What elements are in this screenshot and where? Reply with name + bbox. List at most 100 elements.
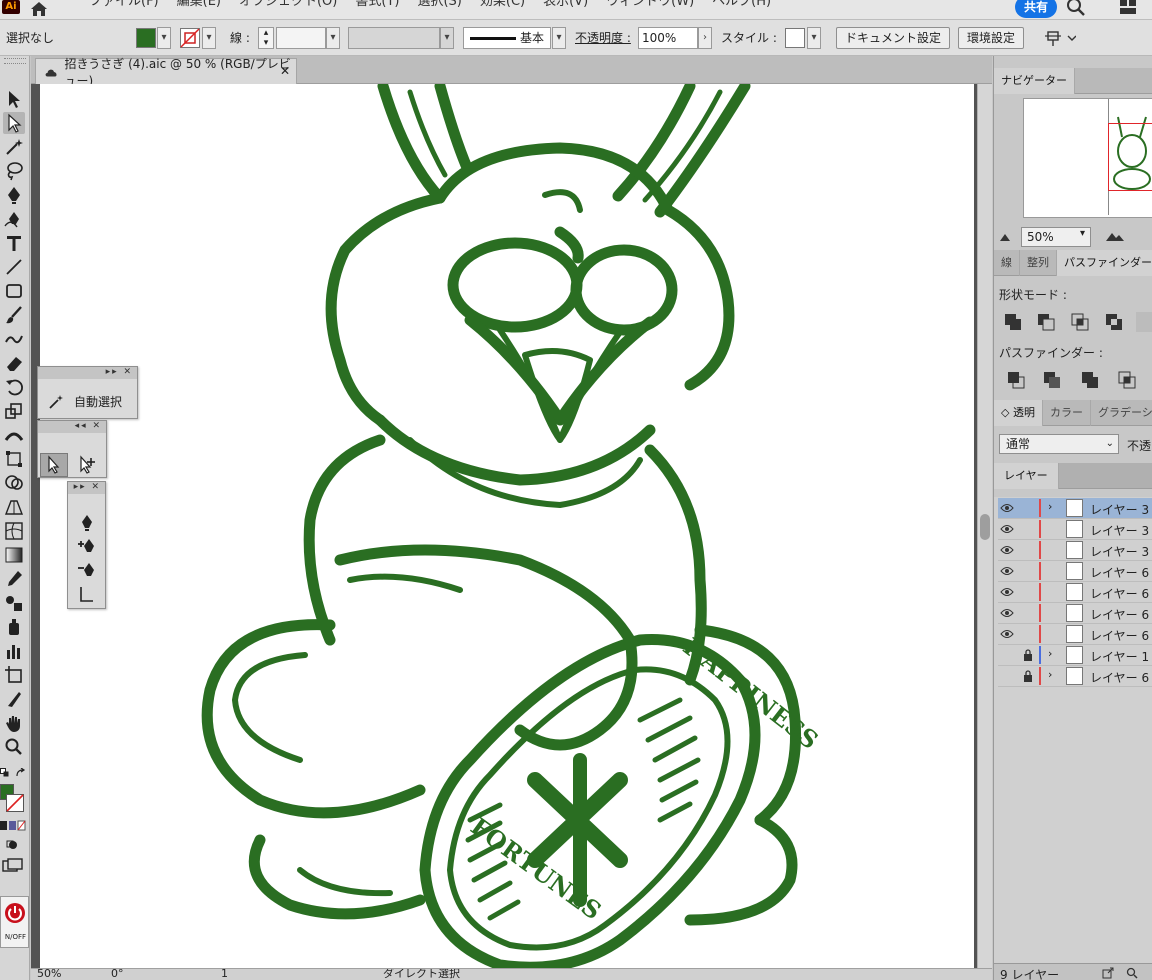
flyout-header[interactable]: ▸▸ ✕ bbox=[68, 482, 105, 494]
layer-row[interactable]: › レイヤー 3 bbox=[998, 498, 1152, 519]
delete-anchor-point-icon[interactable] bbox=[76, 560, 98, 582]
line-tool[interactable] bbox=[3, 256, 25, 278]
draw-mode-icon[interactable] bbox=[4, 838, 22, 852]
eye-icon[interactable] bbox=[1000, 607, 1014, 619]
opacity-label[interactable]: 不透明度 : bbox=[575, 27, 631, 49]
toolbar-stroke-none-icon[interactable] bbox=[6, 794, 24, 812]
symbol-sprayer-tool[interactable] bbox=[3, 616, 25, 638]
navigator-view-rect[interactable] bbox=[1108, 123, 1152, 191]
locate-object-icon[interactable] bbox=[1126, 967, 1138, 979]
expand-chevron-icon[interactable]: › bbox=[1048, 668, 1052, 681]
menu-item-8[interactable]: ヘルプ(H) bbox=[703, 0, 780, 10]
lock-icon[interactable] bbox=[1022, 649, 1034, 661]
eye-icon[interactable] bbox=[1000, 565, 1014, 577]
profile-dropdown[interactable]: ▾ bbox=[440, 27, 454, 49]
stroke-weight-input[interactable] bbox=[276, 27, 326, 49]
variable-width-profile[interactable] bbox=[348, 27, 440, 49]
magic-wand-row[interactable]: 自動選択 bbox=[48, 393, 122, 410]
artboard[interactable]: HAPPINESS FORTUNES bbox=[40, 84, 974, 968]
navigator-zoom-dropdown[interactable]: ▾ bbox=[1080, 228, 1085, 239]
flyout-header[interactable]: ▸▸ ✕ bbox=[38, 367, 137, 379]
curvature-tool[interactable] bbox=[3, 208, 25, 230]
close-tab-icon[interactable]: ✕ bbox=[280, 64, 290, 78]
layer-row[interactable]: レイヤー 6 bbox=[998, 603, 1152, 624]
visibility-toggle[interactable] bbox=[1000, 670, 1014, 682]
brush-dropdown[interactable]: ▾ bbox=[552, 27, 566, 49]
add-anchor-point-icon[interactable] bbox=[76, 536, 98, 558]
toolbar-grip[interactable] bbox=[4, 58, 26, 64]
zoom-tool[interactable] bbox=[3, 736, 25, 758]
pen-icon[interactable] bbox=[76, 512, 98, 534]
color-mode-icons[interactable] bbox=[0, 820, 26, 832]
lock-toggle[interactable] bbox=[1022, 586, 1034, 598]
align-options-icon[interactable] bbox=[1044, 29, 1076, 47]
eye-icon[interactable] bbox=[1000, 502, 1014, 514]
fill-dropdown[interactable]: ▾ bbox=[157, 27, 171, 49]
default-colors-icon[interactable] bbox=[0, 768, 10, 778]
mesh-tool[interactable] bbox=[3, 520, 25, 542]
expand-button[interactable] bbox=[1136, 312, 1152, 332]
menu-item-5[interactable]: 効果(C) bbox=[471, 0, 534, 10]
lasso-tool[interactable] bbox=[3, 160, 25, 182]
stroke-swatch-none-icon[interactable] bbox=[180, 28, 200, 48]
shape-builder-tool[interactable] bbox=[3, 472, 25, 494]
lock-toggle[interactable] bbox=[1022, 544, 1034, 556]
opacity-input[interactable]: 100% bbox=[638, 27, 698, 49]
layer-row[interactable]: レイヤー 6 bbox=[998, 561, 1152, 582]
export-icon[interactable] bbox=[1102, 967, 1114, 979]
rabbit-artwork[interactable]: HAPPINESS FORTUNES bbox=[40, 84, 974, 968]
share-button[interactable]: 共有 bbox=[1015, 0, 1057, 18]
zoom-in-mountain-icon[interactable] bbox=[1106, 231, 1124, 241]
expand-chevron-icon[interactable]: › bbox=[1048, 500, 1052, 513]
opacity-arrow[interactable]: › bbox=[698, 27, 712, 49]
fill-swatch[interactable] bbox=[136, 28, 156, 48]
status-rotation[interactable]: 0° bbox=[111, 969, 124, 980]
shaper-tool[interactable] bbox=[3, 328, 25, 350]
gradient-tool[interactable] bbox=[3, 544, 25, 566]
lock-toggle[interactable] bbox=[1022, 523, 1034, 535]
menu-item-4[interactable]: 選択(S) bbox=[408, 0, 470, 10]
trim-icon[interactable] bbox=[1042, 370, 1062, 390]
divide-icon[interactable] bbox=[1006, 370, 1026, 390]
graphic-style-dropdown[interactable]: ▾ bbox=[807, 27, 821, 49]
layer-row[interactable]: レイヤー 3 bbox=[998, 519, 1152, 540]
home-icon[interactable] bbox=[28, 0, 50, 18]
status-artboard-number[interactable]: 1 bbox=[221, 969, 228, 980]
blend-tool[interactable] bbox=[3, 592, 25, 614]
status-zoom[interactable]: 50% bbox=[37, 969, 61, 980]
tab-align[interactable]: 整列 bbox=[1020, 250, 1057, 276]
warp-tool[interactable] bbox=[3, 424, 25, 446]
search-icon[interactable] bbox=[1066, 0, 1086, 17]
artboard-tool[interactable] bbox=[3, 664, 25, 686]
plugin-power-widget[interactable]: N/OFF bbox=[0, 896, 29, 948]
document-setup-button[interactable]: ドキュメント設定 bbox=[836, 27, 951, 49]
exclude-icon[interactable] bbox=[1104, 312, 1124, 332]
pen-tool[interactable] bbox=[3, 184, 25, 206]
layer-row[interactable]: レイヤー 6 bbox=[998, 624, 1152, 645]
lock-toggle[interactable] bbox=[1022, 628, 1034, 640]
swap-colors-icon[interactable] bbox=[15, 768, 27, 778]
rotate-tool[interactable] bbox=[3, 376, 25, 398]
canvas[interactable]: HAPPINESS FORTUNES bbox=[31, 84, 977, 968]
tab-navigator[interactable]: ナビゲーター bbox=[994, 68, 1075, 94]
lock-toggle[interactable] bbox=[1022, 565, 1034, 577]
graphic-style-swatch[interactable] bbox=[785, 28, 805, 48]
tab-color[interactable]: カラー bbox=[1043, 400, 1091, 426]
visibility-toggle[interactable] bbox=[1000, 649, 1014, 661]
group-selection-icon[interactable] bbox=[74, 454, 98, 476]
tab-stroke[interactable]: 線 bbox=[994, 250, 1020, 276]
layer-row[interactable]: レイヤー 3 bbox=[998, 540, 1152, 561]
magic-wand-tool[interactable] bbox=[3, 136, 25, 158]
navigator-preview[interactable] bbox=[1023, 98, 1152, 218]
arrange-documents-icon[interactable] bbox=[1118, 0, 1138, 16]
direct-selection-tool[interactable] bbox=[3, 112, 25, 134]
eye-icon[interactable] bbox=[1000, 523, 1014, 535]
brush-definition[interactable]: 基本 bbox=[463, 27, 551, 49]
document-tab[interactable]: 招きうさぎ (4).aic @ 50 % (RGB/プレビュー) ✕ bbox=[35, 57, 297, 88]
eraser-tool[interactable] bbox=[3, 352, 25, 374]
vertical-scrollbar[interactable] bbox=[977, 84, 992, 968]
menu-item-6[interactable]: 表示(V) bbox=[534, 0, 597, 10]
direct-selection-option[interactable] bbox=[40, 453, 68, 477]
anchor-point-icon[interactable] bbox=[76, 584, 98, 606]
menu-item-2[interactable]: オブジェクト(O) bbox=[230, 0, 346, 10]
